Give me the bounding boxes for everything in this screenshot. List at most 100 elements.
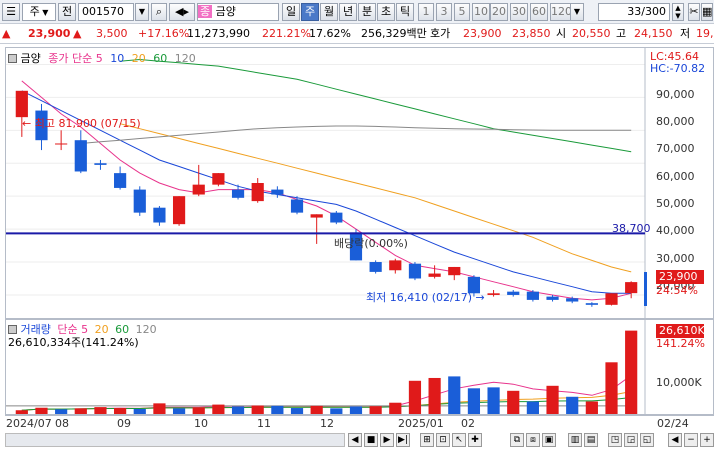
volume-bar [94, 407, 107, 414]
zoom-out-icon[interactable]: − [684, 433, 698, 447]
candle [487, 293, 500, 295]
legend-ma20: 20 [131, 52, 146, 65]
annotation-low-text: 최저 16,410 (02/17) [366, 291, 473, 304]
candle [74, 140, 87, 172]
scroll-right-icon[interactable]: ▶ [380, 433, 394, 447]
annotation-dividend: 배당락(0.00%) [334, 237, 408, 250]
candle [585, 303, 598, 305]
candle [153, 207, 166, 223]
candle [231, 189, 245, 198]
tool-c-icon[interactable]: ▣ [542, 433, 556, 447]
scroll-left-icon[interactable]: ◀ [348, 433, 362, 447]
y-tick-70000: 70,000 [656, 142, 695, 155]
volume-bar [153, 403, 166, 414]
volume-bar [585, 401, 598, 414]
horizontal-scrollbar[interactable] [5, 433, 345, 447]
candle [605, 293, 618, 305]
volume-bar [487, 387, 500, 414]
volume-bar [172, 408, 186, 414]
zoom-in-icon[interactable]: + [700, 433, 714, 447]
y-tick-40000: 40,000 [656, 224, 695, 237]
stop-icon[interactable]: ■ [364, 433, 378, 447]
candle [192, 184, 205, 195]
ma-line-ma5 [21, 80, 632, 301]
candle [526, 291, 539, 300]
volume-bar [74, 408, 87, 414]
scroll-left-end-icon[interactable]: ◀ [668, 433, 682, 447]
candle [55, 143, 68, 145]
x-label-12: 12 [320, 417, 334, 430]
volume-bar [35, 407, 48, 414]
legend-ma60: 60 [153, 52, 168, 65]
tool-d-icon[interactable]: ▥ [568, 433, 582, 447]
tool-h-icon[interactable]: ◱ [640, 433, 654, 447]
volume-ma-5 [21, 374, 632, 411]
volume-text: 26,610,334주(141.24%) [8, 336, 139, 349]
volume-bar [605, 362, 618, 414]
x-label-08: 08 [55, 417, 69, 430]
candle [369, 262, 382, 272]
candle [15, 90, 28, 118]
volume-bar [625, 330, 638, 414]
crosshair-icon[interactable]: ✚ [468, 433, 482, 447]
tool-g-icon[interactable]: ◲ [624, 433, 638, 447]
scroll-end-icon[interactable]: ▶| [396, 433, 410, 447]
annotation-high-text: 최고 81,900 (07/15) [34, 117, 141, 130]
zoom-box-icon[interactable]: ⊡ [436, 433, 450, 447]
candle [133, 189, 146, 213]
volume-bar [389, 402, 402, 414]
x-right-date: 02/24 [657, 417, 689, 430]
volume-bar [369, 406, 382, 414]
volume-bar [507, 390, 520, 414]
tool-f-icon[interactable]: ◳ [608, 433, 622, 447]
volume-bar [467, 388, 481, 414]
x-label-2025-01: 2025/01 [398, 417, 444, 430]
candle [310, 214, 323, 218]
candle [546, 296, 559, 300]
volume-bar [310, 405, 323, 414]
volume-bar [290, 408, 304, 414]
legend-ma120: 120 [174, 52, 196, 65]
volume-bar [55, 409, 68, 414]
y-tick-30000: 30,000 [656, 252, 695, 265]
cursor-icon[interactable]: ↖ [452, 433, 466, 447]
tool-b-icon[interactable]: ⧈ [526, 433, 540, 447]
x-label-10: 10 [194, 417, 208, 430]
legend-ma-label: 종가 단순 [48, 52, 93, 65]
annotation-high: ← 최고 81,900 (07/15) [22, 115, 141, 131]
legend-box-icon [8, 325, 17, 334]
volume-bar [448, 376, 461, 414]
x-axis: 2024/07 08 09 10 11 12 2025/01 02 02/24 [5, 415, 714, 431]
legend-box-icon [8, 54, 17, 63]
candle [428, 273, 441, 277]
price-chart[interactable] [0, 0, 714, 449]
volume-bar [133, 408, 146, 414]
candle [330, 212, 343, 223]
arrow-left-icon: ← [22, 117, 32, 130]
legend-ma10: 10 [110, 52, 125, 65]
candle [448, 266, 461, 276]
legend-stock-name: 금양 [20, 52, 41, 65]
volume-bar [271, 405, 284, 414]
volume-bar [526, 401, 539, 414]
ma-line-ma60 [120, 58, 632, 153]
hc-value: HC:-70.82 [650, 62, 706, 75]
y-tick-60000: 60,000 [656, 170, 695, 183]
current-price-box: 23,900 [656, 270, 704, 284]
volume-bar [349, 406, 363, 414]
price-marker [644, 272, 647, 306]
x-label-11: 11 [257, 417, 271, 430]
volume-current-box: 26,610K [656, 324, 705, 338]
tool-e-icon[interactable]: ▤ [584, 433, 598, 447]
zoom-fit-icon[interactable]: ⊞ [420, 433, 434, 447]
candle [625, 282, 638, 294]
volume-current-percent: 141.24% [656, 337, 705, 350]
arrow-right-icon: → [475, 291, 485, 304]
annotation-low: 최저 16,410 (02/17) → [366, 289, 485, 305]
y-tick-90000: 90,000 [656, 88, 695, 101]
volume-bar [546, 385, 559, 414]
tool-a-icon[interactable]: ⧉ [510, 433, 524, 447]
current-price-percent: 24.54% [656, 284, 698, 297]
candle [566, 298, 579, 302]
volume-ma-60 [21, 397, 632, 411]
